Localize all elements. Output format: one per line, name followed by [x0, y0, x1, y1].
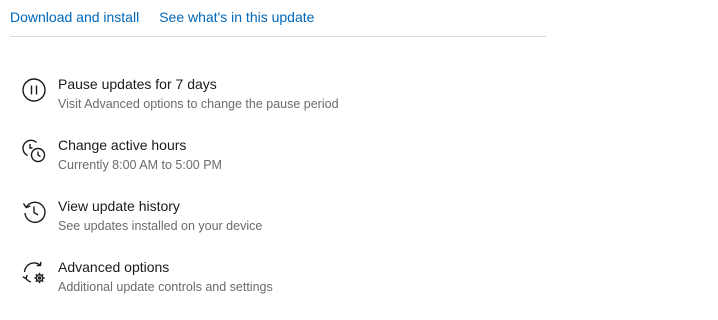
- update-history-text: View update history See updates installe…: [58, 194, 262, 234]
- pause-icon: [18, 74, 50, 106]
- pause-updates-option[interactable]: Pause updates for 7 days Visit Advanced …: [18, 72, 558, 133]
- advanced-options-icon: [18, 257, 50, 289]
- option-subtitle: Visit Advanced options to change the pau…: [58, 97, 339, 111]
- advanced-options-text: Advanced options Additional update contr…: [58, 255, 273, 295]
- option-title: Pause updates for 7 days: [58, 76, 217, 92]
- active-hours-text: Change active hours Currently 8:00 AM to…: [58, 133, 222, 173]
- view-update-history-option[interactable]: View update history See updates installe…: [18, 194, 558, 255]
- update-options-list: Pause updates for 7 days Visit Advanced …: [18, 72, 558, 316]
- option-title: Change active hours: [58, 137, 187, 153]
- pause-updates-text: Pause updates for 7 days Visit Advanced …: [58, 72, 339, 112]
- download-and-install-link[interactable]: Download and install: [10, 8, 139, 26]
- active-hours-icon: [18, 135, 50, 167]
- see-whats-in-update-link[interactable]: See what's in this update: [159, 8, 314, 26]
- advanced-options-option[interactable]: Advanced options Additional update contr…: [18, 255, 558, 316]
- windows-update-panel: Download and install See what's in this …: [0, 0, 718, 320]
- option-subtitle: See updates installed on your device: [58, 219, 263, 233]
- change-active-hours-option[interactable]: Change active hours Currently 8:00 AM to…: [18, 133, 558, 194]
- divider: [10, 36, 546, 37]
- option-subtitle: Currently 8:00 AM to 5:00 PM: [58, 158, 222, 172]
- option-title: Advanced options: [58, 259, 170, 275]
- history-icon: [18, 196, 50, 228]
- option-title: View update history: [58, 198, 180, 214]
- option-subtitle: Additional update controls and settings: [58, 280, 273, 294]
- header-links: Download and install See what's in this …: [10, 8, 314, 26]
